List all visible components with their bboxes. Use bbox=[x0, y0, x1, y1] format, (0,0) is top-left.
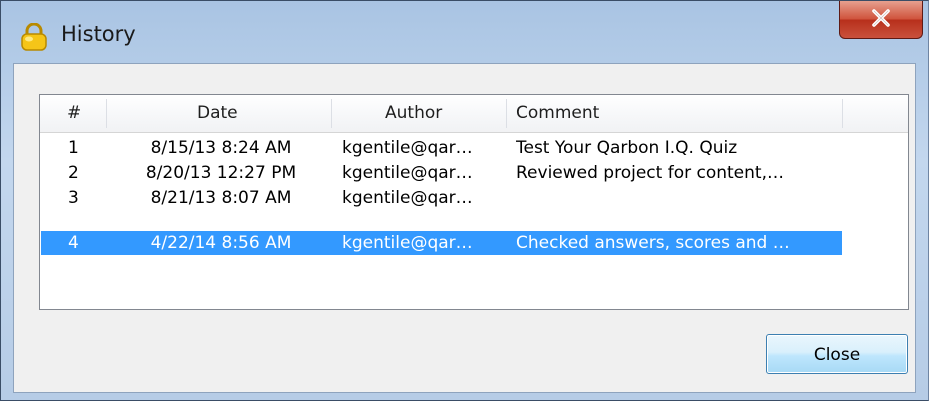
padlock-icon bbox=[19, 22, 49, 51]
history-list[interactable]: # Date Author Comment 1 8/15/13 8:24 AM … bbox=[39, 94, 909, 310]
column-header-number[interactable]: # bbox=[67, 95, 81, 132]
close-button[interactable]: Close bbox=[766, 334, 908, 374]
column-divider[interactable] bbox=[331, 99, 332, 128]
row-comment: Reviewed project for content,… bbox=[516, 163, 784, 183]
column-divider[interactable] bbox=[506, 99, 507, 128]
row-author: kgentile@qar… bbox=[342, 163, 473, 183]
row-comment: Checked answers, scores and … bbox=[516, 233, 790, 253]
table-row[interactable]: 2 8/20/13 12:27 PM kgentile@qar… Reviewe… bbox=[40, 161, 908, 185]
column-divider[interactable] bbox=[106, 99, 107, 128]
row-author: kgentile@qar… bbox=[342, 188, 473, 208]
row-number: 2 bbox=[68, 163, 79, 183]
column-header-date[interactable]: Date bbox=[197, 95, 238, 132]
row-comment: Test Your Qarbon I.Q. Quiz bbox=[516, 138, 738, 158]
row-number: 1 bbox=[68, 138, 79, 158]
window-close-button[interactable] bbox=[839, 1, 923, 39]
table-row[interactable]: 1 8/15/13 8:24 AM kgentile@qar… Test You… bbox=[40, 136, 908, 160]
row-date: 4/22/14 8:56 AM bbox=[150, 233, 292, 253]
row-number: 3 bbox=[68, 188, 79, 208]
list-header: # Date Author Comment bbox=[40, 95, 908, 133]
column-header-author[interactable]: Author bbox=[385, 95, 442, 132]
title-bar[interactable]: History bbox=[1, 1, 928, 63]
history-dialog: History # Date Author Comment 1 8/15/13 … bbox=[0, 0, 929, 401]
column-header-comment[interactable]: Comment bbox=[516, 95, 599, 132]
row-author: kgentile@qar… bbox=[342, 138, 473, 158]
table-row-selected[interactable]: 4 4/22/14 8:56 AM kgentile@qar… Checked … bbox=[40, 231, 908, 255]
row-date: 8/21/13 8:07 AM bbox=[150, 188, 292, 208]
row-author: kgentile@qar… bbox=[342, 233, 473, 253]
row-date: 8/15/13 8:24 AM bbox=[150, 138, 292, 158]
row-date: 8/20/13 12:27 PM bbox=[145, 163, 297, 183]
row-comment bbox=[516, 186, 841, 210]
column-divider[interactable] bbox=[842, 99, 843, 128]
row-number: 4 bbox=[68, 233, 79, 253]
table-row[interactable]: 3 8/21/13 8:07 AM kgentile@qar… bbox=[40, 186, 908, 210]
close-icon bbox=[871, 8, 891, 31]
window-title: History bbox=[61, 22, 136, 46]
